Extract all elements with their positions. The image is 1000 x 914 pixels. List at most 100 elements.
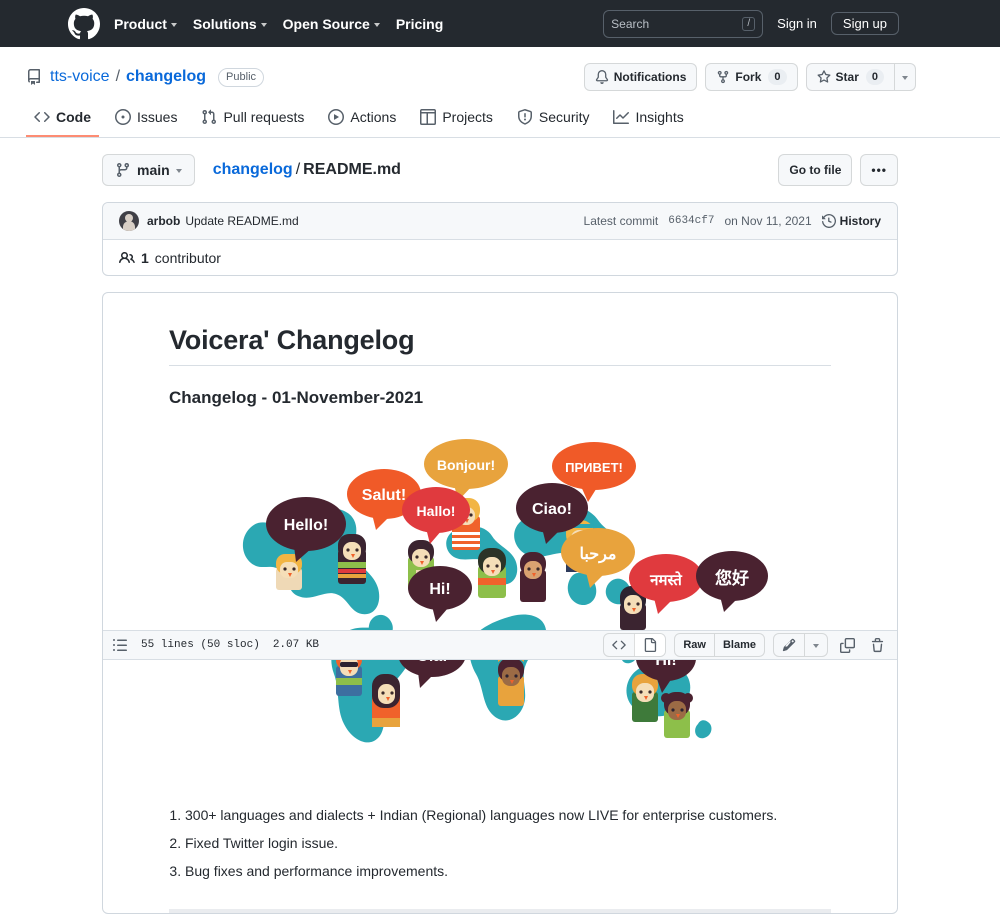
- pencil-icon: [782, 638, 796, 652]
- commit-date: on Nov 11, 2021: [724, 214, 812, 228]
- more-options-button[interactable]: •••: [860, 154, 898, 186]
- contributor-count: 1: [141, 249, 149, 266]
- star-button-group: Star 0: [805, 63, 916, 91]
- repo-owner-link[interactable]: tts-voice: [50, 68, 110, 86]
- illustration-container: Hello! Salut! Bonjour! Hallo! Hi! Ciao! …: [169, 436, 831, 786]
- delete-button[interactable]: [866, 634, 888, 656]
- commit-author[interactable]: arbob: [147, 214, 180, 228]
- readme-content: Voicera' Changelog Changelog - 01-Novemb…: [103, 293, 897, 914]
- header-right-group: Search / Sign in Sign up: [603, 9, 984, 38]
- preview-view-button[interactable]: [634, 634, 666, 656]
- notifications-button[interactable]: Notifications: [583, 63, 698, 91]
- star-button[interactable]: Star 0: [805, 63, 894, 91]
- tab-pull-requests[interactable]: Pull requests: [193, 101, 312, 137]
- latest-commit-label: Latest commit: [583, 214, 659, 228]
- list-unordered-icon[interactable]: [112, 637, 128, 653]
- nav-item-solutions[interactable]: Solutions: [193, 16, 267, 32]
- file-meta: 55 lines (50 sloc) 2.07 KB: [112, 637, 319, 653]
- edit-button[interactable]: [774, 634, 804, 656]
- latest-commit-box: arbob Update README.md Latest commit 663…: [102, 202, 898, 276]
- readme-title: Voicera' Changelog: [169, 325, 831, 366]
- commit-meta: Latest commit 6634cf7 on Nov 11, 2021 Hi…: [584, 214, 881, 228]
- tab-actions[interactable]: Actions: [320, 101, 404, 137]
- bell-icon: [595, 70, 608, 84]
- commit-sha[interactable]: 6634cf7: [668, 215, 714, 227]
- blame-button[interactable]: Blame: [713, 634, 764, 656]
- avatar[interactable]: [119, 211, 139, 231]
- raw-button[interactable]: Raw: [675, 634, 714, 656]
- fork-button[interactable]: Fork 0: [705, 63, 798, 91]
- git-pull-request-icon: [202, 109, 217, 125]
- sign-in-link[interactable]: Sign in: [777, 16, 817, 31]
- nav-item-product[interactable]: Product: [114, 16, 177, 32]
- shield-icon: [517, 109, 532, 125]
- branch-name: main: [137, 162, 170, 178]
- repository-actions: Notifications Fork 0 Star 0: [583, 63, 916, 91]
- bubble-text: Salut!: [362, 487, 406, 504]
- tab-insights[interactable]: Insights: [605, 101, 691, 137]
- people-icon: [119, 251, 135, 263]
- file-navigation-row: main changelog / README.md Go to file •••: [102, 154, 898, 186]
- go-to-file-button[interactable]: Go to file: [778, 154, 853, 186]
- sign-up-button[interactable]: Sign up: [830, 12, 899, 35]
- bubble-text: Hello!: [284, 517, 328, 534]
- nav-item-label: Product: [114, 15, 167, 32]
- nav-item-label: Open Source: [282, 15, 370, 32]
- global-header: Product Solutions Open Source Pricing Se…: [0, 0, 1000, 47]
- changelog-list: 300+ languages and dialects + Indian (Re…: [169, 804, 831, 883]
- readme-divider: [169, 909, 831, 914]
- breadcrumb-separator: /: [295, 161, 301, 178]
- history-label: History: [839, 214, 881, 228]
- branch-selector-button[interactable]: main: [102, 154, 195, 186]
- code-view-button[interactable]: [604, 634, 634, 656]
- tab-code[interactable]: Code: [26, 101, 99, 137]
- repo-name-link[interactable]: changelog: [126, 68, 206, 86]
- nav-item-pricing[interactable]: Pricing: [396, 16, 443, 32]
- world-languages-illustration: Hello! Salut! Bonjour! Hallo! Hi! Ciao! …: [242, 439, 768, 743]
- commit-message[interactable]: Update README.md: [185, 214, 298, 228]
- readme-subtitle: Changelog - 01-November-2021: [169, 388, 424, 407]
- bubble-text: Hallo!: [417, 503, 456, 519]
- nav-item-label: Pricing: [395, 15, 444, 32]
- commit-row: arbob Update README.md Latest commit 663…: [103, 203, 897, 240]
- chevron-down-icon: [175, 169, 182, 173]
- view-mode-toggle: [603, 633, 667, 657]
- chevron-down-icon: [902, 76, 908, 80]
- bubble-text: ПРИВЕТ!: [565, 460, 623, 475]
- trash-icon: [871, 637, 883, 652]
- copy-button[interactable]: [836, 634, 858, 656]
- notifications-label: Notifications: [613, 70, 687, 84]
- tab-label: Projects: [442, 109, 493, 125]
- bubble-hi-1: Hi!: [408, 566, 472, 622]
- star-label: Star: [835, 70, 859, 84]
- copy-icon: [839, 637, 855, 653]
- bubble-text: Bonjour!: [437, 457, 495, 473]
- tab-label: Code: [56, 109, 91, 125]
- tab-label: Insights: [635, 109, 684, 125]
- chevron-down-icon: [373, 22, 380, 27]
- tab-label: Pull requests: [223, 109, 305, 125]
- bubble-nihao: 您好: [696, 551, 768, 612]
- repository-title-row: tts-voice / changelog Public Notificatio…: [26, 63, 916, 91]
- star-dropdown-button[interactable]: [894, 63, 916, 91]
- history-link[interactable]: History: [821, 214, 881, 228]
- fork-label: Fork: [735, 70, 762, 84]
- file-icon: [645, 638, 657, 652]
- edit-dropdown-button[interactable]: [804, 634, 827, 656]
- bubble-text: Ciao!: [532, 501, 572, 518]
- tab-projects[interactable]: Projects: [412, 101, 501, 137]
- list-item: Bug fixes and performance improvements.: [185, 860, 831, 884]
- tab-label: Actions: [350, 109, 397, 125]
- star-icon: [817, 70, 831, 83]
- github-mark-icon[interactable]: [68, 7, 100, 40]
- tab-security[interactable]: Security: [509, 101, 598, 137]
- search-input[interactable]: Search /: [603, 9, 764, 38]
- breadcrumb-folder-link[interactable]: changelog: [213, 161, 293, 178]
- history-icon: [821, 214, 836, 228]
- tab-issues[interactable]: Issues: [107, 101, 185, 137]
- contributors-row[interactable]: 1 contributor: [103, 240, 897, 275]
- star-count: 0: [865, 69, 884, 85]
- nav-item-open-source[interactable]: Open Source: [283, 16, 380, 32]
- file-toolbar: 55 lines (50 sloc) 2.07 KB Raw Blame: [103, 630, 897, 660]
- search-placeholder: Search: [611, 16, 650, 31]
